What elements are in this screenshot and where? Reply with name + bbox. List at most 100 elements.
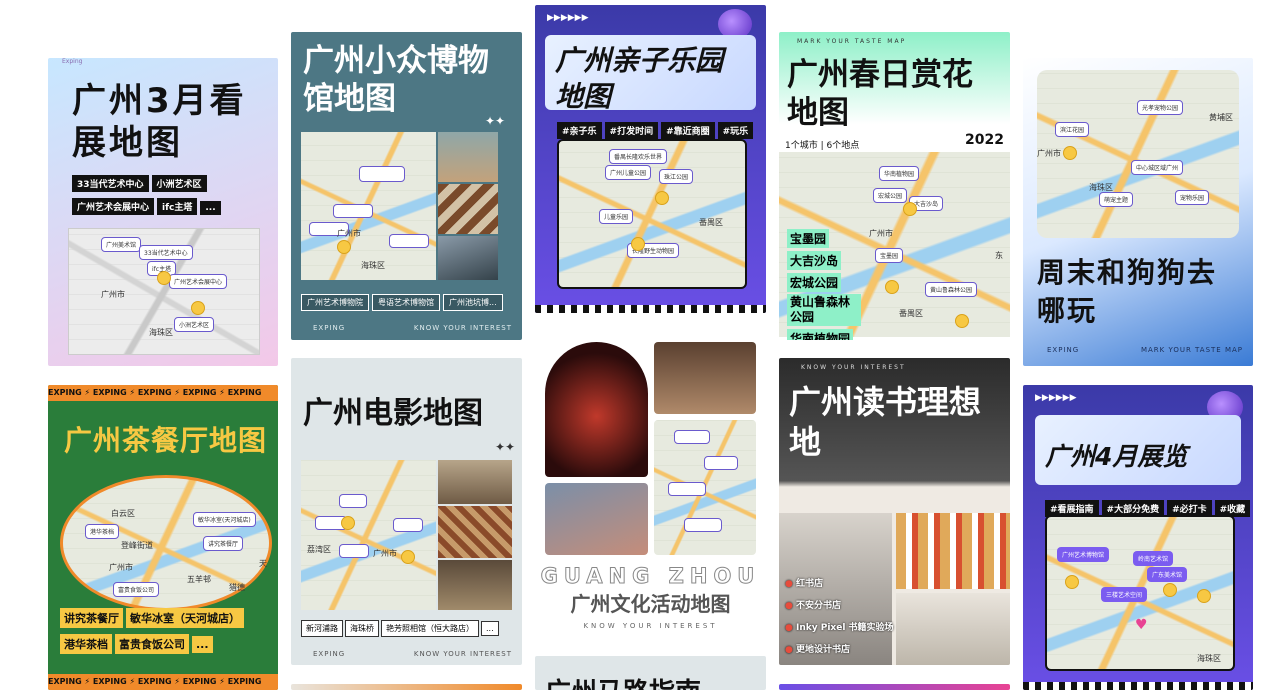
card-title: 广州3月看展地图 xyxy=(72,81,247,163)
card-spring-flower-map[interactable]: MARK YOUR TASTE MAP 广州春日赏花地图 1个城市 | 6个地点… xyxy=(779,32,1010,340)
map-pin: 珠江公园 xyxy=(659,169,694,184)
map-pin: 广州美术馆 xyxy=(101,237,142,252)
checker-strip xyxy=(535,305,766,313)
title-en: GUANG ZHOU xyxy=(540,564,761,589)
map-image: 广州市 海珠区 xyxy=(301,132,436,280)
map-pin: 滨江花园 xyxy=(1055,122,1090,137)
card-title: 广州电影地图 xyxy=(303,396,483,431)
card-header: KNOW YOUR INTEREST xyxy=(801,364,906,371)
map-image: 光孝宠物公园 滨江花园 中心城区域广州 萌宠主题 宠物乐园 广州市 海珠区 黄埔… xyxy=(1037,70,1239,238)
list-item: 宝墨园 xyxy=(787,229,830,248)
emoji-icon xyxy=(655,191,669,205)
emoji-icon xyxy=(191,301,205,315)
emoji-icon xyxy=(1063,146,1077,160)
sparkle-icon: ✦✦ xyxy=(495,440,516,454)
map-pin: 宝墨园 xyxy=(875,248,904,263)
map-pin: 中心城区域广州 xyxy=(1131,160,1184,175)
tag: 广州池坑博... xyxy=(443,294,503,311)
list-item: ● 更地设计书店 xyxy=(785,642,894,655)
map-pin xyxy=(393,518,423,532)
card-title: 广州春日赏花地图 xyxy=(787,57,973,131)
map-pin: 番禺长隆欢乐世界 xyxy=(609,149,668,164)
photo-street xyxy=(438,460,512,504)
card-road-guide[interactable]: 广州马路指南 xyxy=(535,656,766,690)
map-pin: 萌宠主题 xyxy=(1099,192,1134,207)
tag: 讲究茶餐厅 xyxy=(60,608,123,628)
card-family-park-map[interactable]: ▶▶▶▶▶▶ 广州亲子乐园地图 #亲子乐 #打发时间 #靠近商圈 #玩乐 番禺长隆欢乐… xyxy=(535,5,766,313)
tag-list: 33当代艺术中心 小洲艺术区 广州艺术会展中心 ifc主塔... xyxy=(72,172,272,218)
list-item-label: Inky Pixel 书籍实验场 xyxy=(796,623,894,633)
tag: 敏华冰室（天河城店） xyxy=(126,608,244,628)
map-pin: 黄山鲁森林公园 xyxy=(925,282,978,297)
map-image: 广州市 荔湾区 xyxy=(301,460,436,610)
stats-text: 1个城市 | 6个地点 xyxy=(785,141,860,151)
card-museum-map[interactable]: 广州小众博物馆地图 ✦✦ 广州市 海珠区 广州艺术博物院 粤语艺术博物馆 广州池坑博… xyxy=(291,32,522,340)
subtitle: KNOW YOUR INTEREST xyxy=(583,622,718,630)
ticker-text: EXPING xyxy=(227,388,262,397)
footer-brand: EXPING xyxy=(1047,346,1080,354)
tag: 粤语艺术博物馆 xyxy=(372,294,440,311)
tag: 33当代艺术中心 xyxy=(72,175,149,192)
card-title: 广州茶餐厅地图 xyxy=(64,424,268,457)
map-label: 黄埔区 xyxy=(1209,113,1233,122)
map-pin: 小洲艺术区 xyxy=(174,317,215,332)
emoji-icon xyxy=(337,240,351,254)
list-item: ● 不安分书店 xyxy=(785,598,894,611)
card-title: 广州小众博物馆地图 xyxy=(303,43,489,117)
card-april-exhibitions[interactable]: ▶▶▶▶▶▶ 广州4月展览 #看展指南 #大部分免费 #必打卡 #收藏 广州艺术博物馆… xyxy=(1023,385,1253,690)
card-title: 广州读书理想地 xyxy=(789,383,982,461)
photo-shelf xyxy=(896,513,1010,589)
list-item-label: 更地设计书店 xyxy=(796,645,851,655)
photo-stairs xyxy=(438,506,512,558)
card-dog-weekend[interactable]: 光孝宠物公园 滨江花园 中心城区域广州 萌宠主题 宠物乐园 广州市 海珠区 黄埔… xyxy=(1023,58,1253,366)
map-pin xyxy=(389,234,429,248)
map-pin: 港华茶档 xyxy=(85,524,120,539)
card-partial-bottom[interactable] xyxy=(779,684,1010,690)
map-label: 番禺区 xyxy=(699,218,723,227)
map-pin: 33当代艺术中心 xyxy=(139,245,193,260)
tag-list: 新河浦路 海珠桥 艳芳照相馆（恒大路店）... xyxy=(301,616,521,637)
emoji-icon xyxy=(1065,575,1079,589)
year-label: 2022 xyxy=(965,132,1004,148)
tag: 广州艺术会展中心 xyxy=(72,198,155,215)
card-tea-restaurant-map[interactable]: EXPING ⚡ EXPING ⚡ EXPING ⚡ EXPING ⚡ EXPI… xyxy=(48,385,278,690)
map-pin xyxy=(684,518,722,532)
list-item: 宏城公园 xyxy=(787,273,842,292)
ticker-text: EXPING xyxy=(182,388,217,397)
photo-bags xyxy=(896,593,1010,665)
tag: ... xyxy=(481,621,499,636)
card-reading-places[interactable]: KNOW YOUR INTEREST 广州读书理想地 ● 红书店 ● 不安分书店… xyxy=(779,358,1010,665)
checker-strip xyxy=(1023,682,1253,690)
tag: 新河浦路 xyxy=(301,620,343,637)
heart-icon: ♥ xyxy=(1135,617,1148,633)
tag: 小洲艺术区 xyxy=(151,175,207,192)
tag: 艳芳照相馆（恒大路店） xyxy=(381,620,479,637)
card-partial-bottom[interactable] xyxy=(291,684,522,690)
tag: 港华茶档 xyxy=(60,634,112,654)
tag: #亲子乐 xyxy=(557,122,602,139)
map-label: 广州市 xyxy=(373,549,397,558)
map-label: 广州市 xyxy=(1037,149,1061,158)
photo-sculpture xyxy=(438,236,498,280)
pin-icon: ● xyxy=(785,623,793,633)
tag: 富贵食饭公司 xyxy=(115,634,189,654)
tag: ... xyxy=(192,636,213,653)
map-image: 广州美术馆 33当代艺术中心 ifc主塔 广州艺术会展中心 小洲艺术区 广州市 … xyxy=(68,228,260,355)
map-pin: 岭南艺术馆 xyxy=(1133,551,1174,566)
map-label: 登峰街道 xyxy=(121,541,153,550)
map-label: 海珠区 xyxy=(149,328,173,337)
sparkle-icon: ✦✦ xyxy=(485,114,506,128)
card-march-exhibition-map[interactable]: Exping 广州3月看展地图 33当代艺术中心 小洲艺术区 广州艺术会展中心 if… xyxy=(48,58,278,366)
card-header: MARK YOUR TASTE MAP xyxy=(797,38,907,45)
card-culture-activity-map[interactable]: GUANG ZHOU 广州文化活动地图 KNOW YOUR INTEREST xyxy=(535,332,766,640)
map-label: 广州市 xyxy=(101,290,125,299)
card-film-map[interactable]: 广州电影地图 ✦✦ 广州市 荔湾区 新河浦路 海珠桥 艳芳照相馆（恒大路店）... … xyxy=(291,358,522,665)
map-pin: 广东美术馆 xyxy=(1147,567,1188,582)
list-item: 大吉沙岛 xyxy=(787,251,842,270)
photo-architecture xyxy=(438,184,498,234)
photo-building xyxy=(438,132,498,182)
pin-icon: ● xyxy=(785,579,793,589)
ticker-text: EXPING xyxy=(48,677,82,686)
map-label: 荔湾区 xyxy=(307,545,331,554)
card-title: 周末和狗狗去哪玩 xyxy=(1037,256,1218,327)
